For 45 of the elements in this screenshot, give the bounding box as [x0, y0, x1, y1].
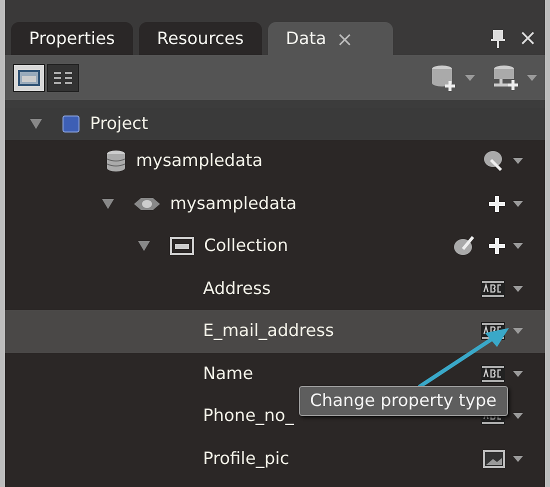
edit-icon[interactable] — [453, 235, 475, 258]
project-icon — [62, 115, 80, 133]
node-label: mysampledata — [136, 151, 263, 172]
panel-tab[interactable]: Data × — [268, 22, 394, 55]
collection-icon — [170, 237, 194, 256]
grid-view-button[interactable] — [47, 64, 79, 92]
caret-icon[interactable] — [513, 328, 523, 334]
expand-arrow-icon[interactable] — [102, 198, 114, 209]
node-label: Profile_pic — [203, 448, 290, 469]
node-label: Address — [203, 278, 271, 299]
expand-arrow-icon[interactable] — [138, 241, 150, 252]
add-live-data-icon[interactable] — [493, 64, 519, 90]
tooltip: Change property type — [299, 386, 508, 416]
window-view-icon — [18, 70, 40, 86]
schema-icon — [134, 196, 160, 211]
caret-icon[interactable] — [513, 413, 523, 420]
node-label: Project — [90, 114, 148, 134]
node-label: mysampledata — [170, 194, 297, 214]
caret-icon[interactable] — [513, 243, 523, 250]
caret-icon[interactable] — [527, 74, 537, 80]
columns-view-icon — [52, 70, 74, 86]
node-label: Name — [203, 364, 254, 384]
caret-icon[interactable] — [513, 200, 523, 207]
database-icon — [106, 150, 126, 172]
expand-arrow-icon[interactable] — [30, 119, 42, 129]
node-label: Collection — [204, 236, 288, 256]
text-type-icon[interactable] — [481, 364, 505, 383]
caret-icon[interactable] — [513, 370, 523, 377]
image-icon[interactable] — [483, 450, 505, 468]
caret-icon[interactable] — [513, 456, 523, 462]
list-view-button[interactable] — [13, 64, 45, 92]
caret-icon[interactable] — [513, 158, 523, 164]
close-icon[interactable]: × — [518, 26, 537, 51]
caret-icon[interactable] — [465, 74, 475, 80]
plus-icon[interactable] — [489, 238, 505, 254]
text-type-icon[interactable] — [481, 280, 505, 298]
caret-icon[interactable] — [513, 286, 523, 292]
panel-tab[interactable]: Properties — [11, 22, 133, 55]
pin-icon[interactable] — [490, 30, 505, 48]
plus-icon[interactable] — [489, 196, 505, 212]
close-tab-icon[interactable]: × — [336, 26, 354, 50]
node-label: E_mail_address — [203, 321, 334, 342]
add-database-icon[interactable] — [431, 64, 457, 90]
node-label: Phone_no_ — [203, 406, 294, 426]
panel-tab[interactable]: Resources — [138, 22, 262, 55]
